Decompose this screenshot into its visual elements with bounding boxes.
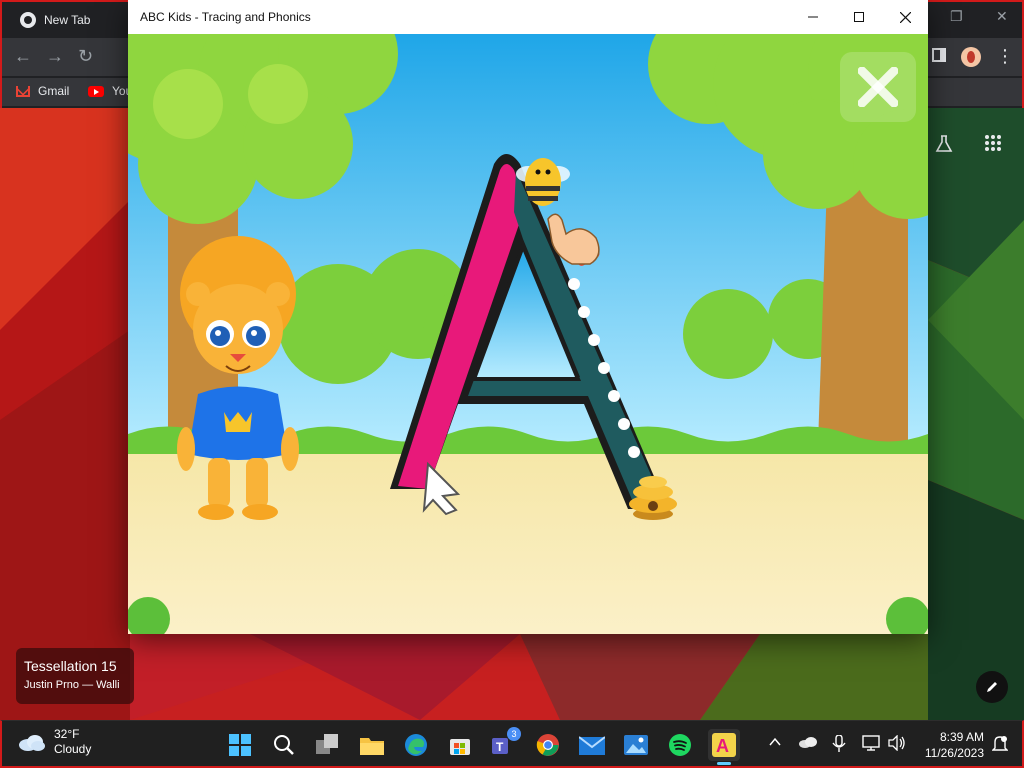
microphone-icon[interactable] <box>832 735 846 753</box>
labs-icon[interactable] <box>934 134 954 154</box>
taskbar-photos[interactable] <box>620 729 652 761</box>
game-canvas[interactable] <box>128 34 928 634</box>
taskbar-start-button[interactable] <box>224 729 256 761</box>
bookmark-gmail[interactable]: Gmail <box>16 84 69 98</box>
abc-kids-window: ABC Kids - Tracing and Phonics <box>128 0 928 634</box>
notification-bell-icon[interactable] <box>992 735 1008 753</box>
volume-icon[interactable] <box>888 735 906 751</box>
tray-chevron-icon[interactable] <box>768 735 782 749</box>
edge-icon <box>405 734 427 756</box>
clock-time: 8:39 AM <box>939 730 984 744</box>
folder-icon <box>360 738 384 755</box>
maximize-icon <box>854 12 864 22</box>
clock-date: 11/26/2023 <box>924 746 984 760</box>
wallpaper-title: Tessellation 15 <box>24 658 117 674</box>
chrome-close-icon[interactable]: ✕ <box>996 8 1008 25</box>
gmail-icon <box>16 85 30 97</box>
taskbar-chrome[interactable] <box>532 729 564 761</box>
taskbar-file-explorer[interactable] <box>356 729 388 761</box>
chrome-icon <box>536 734 559 756</box>
chrome-tab[interactable]: New Tab <box>10 6 130 34</box>
taskbar-spotify[interactable] <box>664 729 696 761</box>
cloud-icon <box>19 735 45 751</box>
app-titlebar[interactable]: ABC Kids - Tracing and Phonics <box>128 0 928 34</box>
taskbar-teams[interactable]: T 3 <box>488 727 521 761</box>
taskbar-mail[interactable] <box>576 729 608 761</box>
taskbar-task-view-button[interactable] <box>312 729 344 761</box>
teams-badge: 3 <box>507 727 521 741</box>
chrome-tab-icon <box>20 12 36 28</box>
minimize-icon <box>808 16 818 18</box>
youtube-icon <box>88 85 104 97</box>
close-icon <box>899 11 911 23</box>
taskbar-edge[interactable] <box>400 729 432 761</box>
network-icon[interactable] <box>862 735 880 751</box>
svg-text:T: T <box>496 740 504 754</box>
apps-grid-icon[interactable] <box>984 134 1002 152</box>
chrome-menu-icon[interactable]: ⋮ <box>996 46 1014 67</box>
reload-icon[interactable]: ↻ <box>78 46 93 67</box>
task-view-icon <box>316 734 338 754</box>
back-icon[interactable]: ← <box>14 46 32 67</box>
abc-kids-icon: A <box>712 733 736 757</box>
spotify-icon <box>669 734 691 756</box>
game-close-button[interactable] <box>840 52 916 122</box>
store-icon <box>450 739 470 755</box>
close-button[interactable] <box>882 0 928 34</box>
minimize-button[interactable] <box>790 0 836 34</box>
taskbar-search-button[interactable] <box>268 729 300 761</box>
chrome-tab-title: New Tab <box>44 13 91 27</box>
wallpaper-credit: Justin Prno — Walli <box>24 679 120 691</box>
bookmark-label: Gmail <box>38 84 70 98</box>
weather-condition: Cloudy <box>54 742 92 756</box>
side-panel-icon[interactable] <box>932 48 946 62</box>
maximize-button[interactable] <box>836 0 882 34</box>
photos-icon <box>624 735 648 755</box>
weather-widget[interactable]: 32°F Cloudy <box>18 727 91 757</box>
windows-icon <box>229 734 251 756</box>
pen-button[interactable] <box>976 671 1008 703</box>
taskbar-store[interactable] <box>444 729 476 761</box>
forward-icon[interactable]: → <box>46 46 64 67</box>
chrome-restore-icon[interactable]: ❐ <box>950 8 963 25</box>
app-title: ABC Kids - Tracing and Phonics <box>140 10 311 24</box>
pen-icon <box>987 682 997 692</box>
close-icon <box>858 67 898 107</box>
game-scene <box>128 34 928 634</box>
wallpaper-info-widget[interactable]: Tessellation 15 Justin Prno — Walli <box>16 648 134 704</box>
profile-avatar[interactable] <box>960 46 982 68</box>
search-icon <box>274 735 294 755</box>
weather-temp: 32°F <box>54 727 80 741</box>
taskbar-abc-kids[interactable]: A <box>708 729 740 765</box>
taskbar-clock[interactable]: 8:39 AM 11/26/2023 <box>916 729 984 761</box>
mail-icon <box>579 736 605 755</box>
svg-text:A: A <box>716 736 729 756</box>
onedrive-icon[interactable] <box>798 735 818 749</box>
taskbar: 32°F Cloudy T 3 A 8:39 AM 11/26/2023 <box>0 720 1024 768</box>
bookmark-youtube[interactable]: You <box>88 84 132 98</box>
